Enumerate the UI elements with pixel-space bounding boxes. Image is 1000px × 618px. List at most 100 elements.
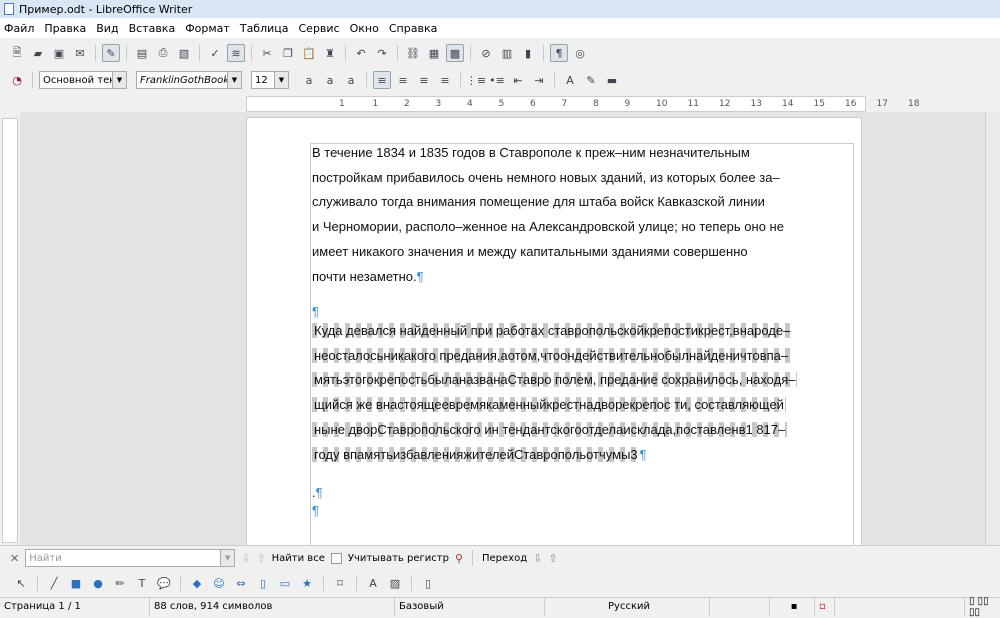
callout-icon[interactable]: 💬 xyxy=(155,574,173,592)
help-icon[interactable]: ◎ xyxy=(571,44,589,62)
hyperlink-icon[interactable]: ⛓ xyxy=(404,44,422,62)
goto-down-icon[interactable]: ⇩ xyxy=(533,552,542,565)
page[interactable]: В течение 1834 и 1835 годов в Ставрополе… xyxy=(246,117,862,545)
match-case-checkbox[interactable] xyxy=(330,552,342,564)
decrease-indent-icon[interactable]: ⇤ xyxy=(509,71,527,89)
menu-2[interactable]: Вид xyxy=(96,22,118,35)
show-draw-functions-icon[interactable]: ▩ xyxy=(446,44,464,62)
menu-5[interactable]: Таблица xyxy=(240,22,289,35)
text-line[interactable]: постройкам прибавилось очень немного нов… xyxy=(312,170,780,185)
menu-4[interactable]: Формат xyxy=(185,22,230,35)
text-line[interactable]: мятьэтогокрепостьбыланазванаСтавро полем… xyxy=(312,372,798,388)
underline-icon[interactable]: a xyxy=(342,71,360,89)
callouts-icon[interactable]: ▭ xyxy=(276,574,294,592)
menu-6[interactable]: Сервис xyxy=(299,22,340,35)
save-icon[interactable]: ▣ xyxy=(50,44,68,62)
vertical-scrollbar[interactable] xyxy=(985,112,1000,545)
formatting-marks-icon[interactable]: ¶ xyxy=(550,44,568,62)
find-next-icon[interactable]: ⇩ xyxy=(241,552,250,565)
find-all-button[interactable]: Найти все xyxy=(272,553,325,564)
find-replace-icon[interactable]: ⚲ xyxy=(455,552,463,565)
bullets-icon[interactable]: •≡ xyxy=(488,71,506,89)
text-line[interactable]: имеет никакого значения и между капиталь… xyxy=(312,244,748,259)
font-color-icon[interactable]: A xyxy=(561,71,579,89)
word-count[interactable]: 88 слов, 914 символов xyxy=(150,597,395,616)
gallery-icon[interactable]: ▥ xyxy=(498,44,516,62)
goto-up-icon[interactable]: ⇧ xyxy=(548,552,557,565)
menu-0[interactable]: Файл xyxy=(4,22,34,35)
menu-7[interactable]: Окно xyxy=(350,22,379,35)
align-center-icon[interactable]: ≡ xyxy=(394,71,412,89)
chevron-down-icon[interactable]: ▼ xyxy=(274,72,288,88)
open-folder-icon[interactable]: ▰ xyxy=(29,44,47,62)
text-line[interactable]: неосталосьникакого предания,аотом,чтоонд… xyxy=(312,347,791,363)
new-document-icon[interactable]: 🗎 xyxy=(8,44,26,62)
text-line[interactable]: и Черномории, располо–женное на Александ… xyxy=(312,219,784,234)
extrusion-icon[interactable]: ▯ xyxy=(419,574,437,592)
block-arrows-icon[interactable]: ⇔ xyxy=(232,574,250,592)
text-line[interactable]: году впамятьизбавленияжителейСтавропольо… xyxy=(312,446,647,462)
find-previous-icon[interactable]: ⇧ xyxy=(256,552,265,565)
chevron-down-icon[interactable]: ▼ xyxy=(112,72,126,88)
redo-icon[interactable]: ↷ xyxy=(373,44,391,62)
numbering-icon[interactable]: ⋮≡ xyxy=(466,71,486,89)
basic-shapes-icon[interactable]: ◆ xyxy=(188,574,206,592)
export-pdf-icon[interactable]: ▤ xyxy=(133,44,151,62)
highlight-icon[interactable]: ✎ xyxy=(582,71,600,89)
font-size-combo[interactable]: 12 ▼ xyxy=(251,71,289,89)
insert-mode-icon[interactable]: ▪ xyxy=(770,597,815,616)
ellipse-icon[interactable]: ● xyxy=(89,574,107,592)
text-line[interactable]: щийся же внастоящеевремякаменныйкрестнад… xyxy=(312,397,786,413)
navigator-icon[interactable]: ⊘ xyxy=(477,44,495,62)
spellcheck-icon[interactable]: ✓ xyxy=(206,44,224,62)
print-icon[interactable]: ⎙ xyxy=(154,44,172,62)
justify-icon[interactable]: ≡ xyxy=(436,71,454,89)
italic-icon[interactable]: a xyxy=(321,71,339,89)
text-line[interactable]: почти незаметно.¶ xyxy=(312,269,424,284)
sidebar-toggle-icon[interactable]: ◔ xyxy=(8,71,26,89)
points-icon[interactable]: ⌑ xyxy=(331,574,349,592)
horizontal-ruler[interactable]: 1 1 2 3 4 5 6 7 8 9 10 11 12 13 14 15 16 17 18 xyxy=(246,96,919,112)
clone-formatting-icon[interactable]: ♜ xyxy=(321,44,339,62)
increase-indent-icon[interactable]: ⇥ xyxy=(530,71,548,89)
align-right-icon[interactable]: ≡ xyxy=(415,71,433,89)
view-layout-icons[interactable]: ▯ ▯▯ ▯▯ xyxy=(965,596,1000,618)
document-modified-icon[interactable]: ▫ xyxy=(815,597,835,616)
table-icon[interactable]: ▦ xyxy=(425,44,443,62)
chevron-down-icon[interactable]: ▼ xyxy=(220,550,235,566)
background-color-icon[interactable]: ▬ xyxy=(603,71,621,89)
find-input[interactable]: Найти ▼ xyxy=(25,549,236,567)
page-indicator[interactable]: Страница 1 / 1 xyxy=(0,597,150,616)
text-icon[interactable]: T xyxy=(133,574,151,592)
print-preview-icon[interactable]: ▧ xyxy=(175,44,193,62)
image-icon[interactable]: ▨ xyxy=(386,574,404,592)
undo-icon[interactable]: ↶ xyxy=(352,44,370,62)
language[interactable]: Русский xyxy=(545,597,710,616)
rectangle-icon[interactable]: ■ xyxy=(67,574,85,592)
stars-icon[interactable]: ★ xyxy=(298,574,316,592)
font-name-combo[interactable]: FranklinGothBookTT ▼ xyxy=(136,71,242,89)
paragraph-style-combo[interactable]: Основной текс ▼ xyxy=(39,71,127,89)
vertical-ruler[interactable] xyxy=(2,118,18,543)
align-left-icon[interactable]: ≡ xyxy=(373,71,391,89)
select-icon[interactable]: ↖ xyxy=(12,574,30,592)
paste-icon[interactable]: 📋 xyxy=(300,44,318,62)
line-icon[interactable]: ╱ xyxy=(45,574,63,592)
text-line[interactable]: В течение 1834 и 1835 годов в Ставрополе… xyxy=(312,145,750,160)
edit-mode-icon[interactable]: ✎ xyxy=(102,44,120,62)
text-line[interactable]: Куда девался найденный при работах ставр… xyxy=(312,323,793,338)
email-icon[interactable]: ✉ xyxy=(71,44,89,62)
chevron-down-icon[interactable]: ▼ xyxy=(227,72,241,88)
document-area[interactable]: В течение 1834 и 1835 годов в Ставрополе… xyxy=(20,112,985,545)
flowchart-icon[interactable]: ▯ xyxy=(254,574,272,592)
text-line[interactable]: ныне дворСтавропольского ин тендантского… xyxy=(312,421,788,437)
fontwork-icon[interactable]: A xyxy=(364,574,382,592)
data-sources-icon[interactable]: ▮ xyxy=(519,44,537,62)
bold-icon[interactable]: a xyxy=(300,71,318,89)
dot-paragraph[interactable]: .¶ xyxy=(312,485,323,500)
page-style[interactable]: Базовый xyxy=(395,597,545,616)
freeform-icon[interactable]: ✏ xyxy=(111,574,129,592)
menu-1[interactable]: Правка xyxy=(44,22,86,35)
copy-icon[interactable]: ❐ xyxy=(279,44,297,62)
menu-3[interactable]: Вставка xyxy=(129,22,176,35)
